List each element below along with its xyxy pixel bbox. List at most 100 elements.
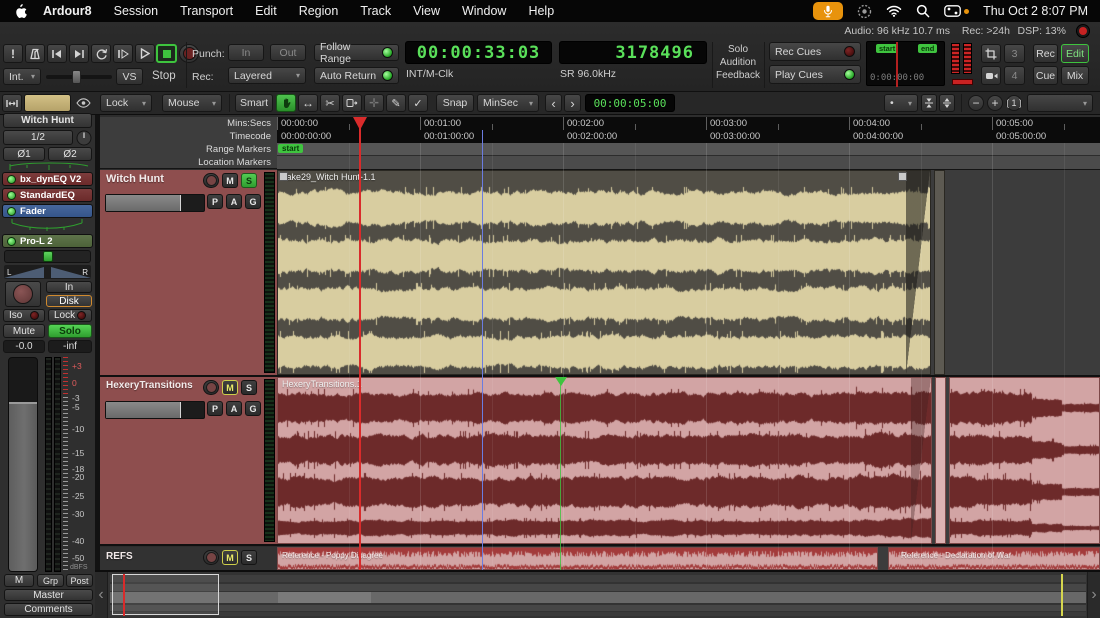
summary-view-rectangle[interactable] (112, 574, 219, 615)
follow-range-toggle[interactable]: Follow Range (314, 44, 399, 61)
solo-indicator[interactable]: Solo (716, 44, 760, 55)
visibility-eye-icon[interactable] (74, 95, 92, 111)
menu-edit[interactable]: Edit (255, 4, 277, 18)
punch-in-button[interactable]: In (228, 44, 264, 61)
marker-type-dropdown[interactable]: •▾ (884, 94, 918, 112)
mono-button[interactable]: M (4, 574, 34, 587)
track-header-witch-hunt[interactable]: Witch Hunt M S P A G (100, 170, 277, 377)
track-automation-button[interactable]: A (226, 194, 242, 209)
audition-indicator[interactable]: Audition (716, 57, 760, 68)
expand-tracks-icon-button[interactable] (939, 94, 955, 112)
strip-io-button[interactable]: 1/2 (3, 130, 73, 145)
fade-out-handle[interactable] (898, 172, 907, 181)
audio-region-sliver[interactable] (934, 170, 945, 375)
play-range-button[interactable] (113, 44, 133, 63)
timecode-ruler[interactable]: 00:00:00:0000:01:00:0000:02:00:0000:03:0… (277, 130, 1100, 144)
wifi-icon[interactable] (886, 5, 902, 17)
solo-lock-button[interactable]: Lock (48, 309, 92, 322)
mixer-page-button[interactable]: Mix (1061, 66, 1089, 85)
track-lane-refs[interactable]: Reference - Poppy Disagree Reference - D… (277, 547, 1100, 570)
pan-width-slider[interactable] (4, 250, 91, 263)
gain-display[interactable]: -0.0 (3, 340, 45, 353)
varispeed-button[interactable]: VS (116, 68, 143, 85)
processor-active-led[interactable] (7, 237, 16, 246)
audio-region[interactable]: HexeryTransitions.1 (277, 377, 932, 544)
feedback-indicator[interactable]: Feedback (716, 70, 760, 81)
track-name[interactable]: HexeryTransitions (106, 380, 193, 391)
solo-isolate-button[interactable]: Iso (3, 309, 45, 322)
strip-mute-button[interactable]: Mute (3, 324, 45, 338)
processor-fader[interactable]: Fader (2, 204, 93, 218)
audio-region[interactable] (949, 377, 1100, 544)
trim-knob[interactable] (76, 130, 92, 146)
tape-machine-icon-button[interactable] (981, 66, 1001, 85)
draw-tool-button[interactable]: ✎ (386, 94, 406, 112)
menu-window[interactable]: Window (462, 4, 506, 18)
group-button[interactable]: Grp (37, 574, 64, 587)
nudge-forward-button[interactable]: › (564, 94, 581, 112)
phase-1-button[interactable]: Ø1 (3, 147, 45, 161)
secondary-clock[interactable]: 3178496 (559, 41, 707, 64)
marker-bank-3-button[interactable]: 3 (1004, 44, 1025, 63)
gain-fader[interactable] (8, 357, 38, 572)
auto-return-toggle[interactable]: Auto Return (314, 67, 399, 84)
lock-mode-dropdown[interactable]: Lock▾ (100, 94, 152, 112)
snap-toggle-button[interactable]: Snap (436, 94, 474, 112)
punch-record-icon-button[interactable] (981, 44, 1001, 63)
audio-region-sliver[interactable] (935, 377, 946, 544)
track-mute-button[interactable]: M (222, 550, 238, 565)
track-rec-arm-button[interactable] (203, 173, 219, 188)
pan-position-widget[interactable]: L R (4, 265, 91, 279)
rec-mode-dropdown[interactable]: Layered▾ (228, 67, 306, 84)
menu-bar-clock[interactable]: Thu Oct 2 8:07 PM (983, 4, 1088, 18)
loop-button[interactable] (91, 44, 111, 63)
control-center-icon[interactable] (944, 5, 969, 17)
track-lane-witch-hunt[interactable]: Take29_Witch Hunt-1.1 (277, 170, 1100, 377)
monitor-input-button[interactable]: In (46, 281, 92, 293)
audio-region[interactable]: Reference - Poppy Disagree (277, 547, 878, 570)
track-rec-arm-button[interactable] (203, 380, 219, 395)
comments-button[interactable]: Comments (4, 603, 93, 616)
track-color-swatch[interactable] (24, 94, 71, 112)
menu-track[interactable]: Track (360, 4, 391, 18)
sample-rate-label[interactable]: SR 96.0kHz (560, 68, 616, 80)
sync-source-dropdown[interactable]: Int.▾ (3, 68, 41, 85)
edit-tool-button[interactable]: ✓ (408, 94, 428, 112)
session-end-marker[interactable]: end (918, 44, 937, 53)
play-cues-toggle[interactable]: Play Cues (769, 65, 861, 84)
apple-menu-icon[interactable] (14, 3, 27, 19)
nudge-back-button[interactable]: ‹ (545, 94, 562, 112)
processor-active-led[interactable] (7, 207, 16, 216)
track-name[interactable]: REFS (106, 551, 133, 562)
midi-panic-button[interactable]: ! (3, 44, 23, 63)
track-resize-icon-button[interactable] (2, 94, 22, 112)
track-gain-slider[interactable] (105, 401, 205, 419)
monitor-disk-button[interactable]: Disk (46, 295, 92, 307)
processor-standardeq[interactable]: StandardEQ (2, 188, 93, 202)
track-mute-button[interactable]: M (222, 173, 238, 188)
summary-pane[interactable]: ‹ › (95, 572, 1100, 618)
menu-view[interactable]: View (413, 4, 440, 18)
clock-source-label[interactable]: INT/M-Clk (406, 68, 453, 80)
zoom-in-button[interactable]: + (987, 95, 1003, 111)
stretch-tool-button[interactable] (342, 94, 362, 112)
track-header-hexery-transitions[interactable]: HexeryTransitions M S P A G (100, 377, 277, 546)
audio-region[interactable]: Reference - Declaration of War (888, 547, 1100, 570)
screen-record-icon[interactable] (857, 4, 872, 19)
ruler-label-location-markers[interactable]: Location Markers (198, 157, 271, 168)
range-markers-ruler[interactable]: start (277, 143, 1100, 156)
summary-scroll-left-button[interactable]: ‹ (95, 572, 108, 618)
smart-mode-button[interactable]: Smart (235, 94, 273, 112)
zoom-focus-dropdown[interactable]: ▾ (1027, 94, 1093, 112)
grab-tool-button[interactable] (276, 94, 296, 112)
track-group-button[interactable]: G (245, 194, 261, 209)
track-lane-hexery-transitions[interactable]: HexeryTransitions.1 (277, 377, 1100, 546)
selection-marker-arrow[interactable] (555, 377, 567, 386)
strip-record-arm-button[interactable] (5, 281, 41, 307)
editor-page-button[interactable]: Edit (1061, 44, 1089, 63)
peak-display[interactable]: -inf (48, 340, 92, 353)
fade-in-handle[interactable] (279, 172, 288, 181)
track-name[interactable]: Witch Hunt (106, 173, 164, 185)
summary-scroll-right-button[interactable]: › (1087, 572, 1100, 618)
cue-page-button[interactable]: Cue (1033, 66, 1058, 85)
